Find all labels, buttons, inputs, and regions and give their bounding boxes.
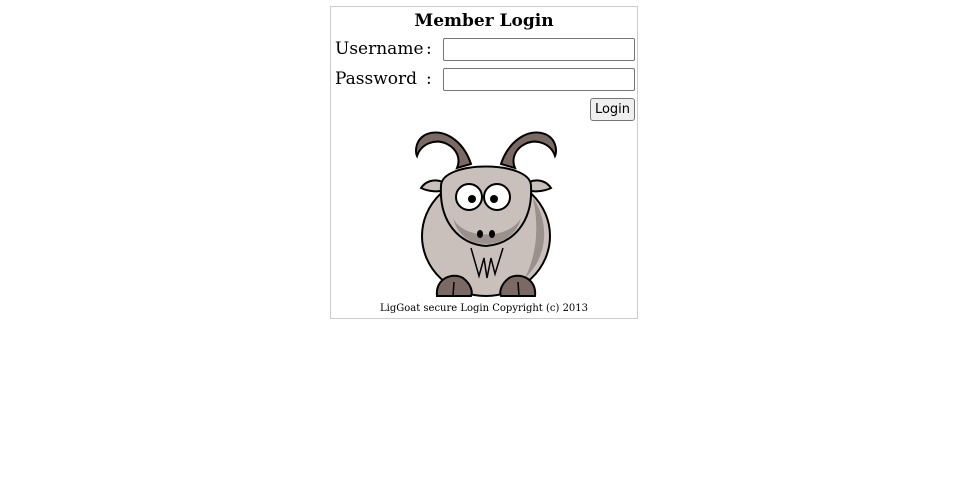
password-field[interactable] <box>443 68 635 91</box>
login-title: Member Login <box>414 11 554 31</box>
password-label: Password <box>335 69 418 89</box>
login-button[interactable]: Login <box>590 98 635 121</box>
username-colon: : <box>426 39 432 59</box>
username-field[interactable] <box>443 38 635 61</box>
goat-mascot-icon <box>415 131 557 297</box>
login-panel: Member Login Username : Password : Login <box>330 6 638 319</box>
password-colon: : <box>426 69 432 89</box>
copyright-footer: LigGoat secure Login Copyright (c) 2013 <box>379 303 589 314</box>
username-label: Username <box>335 39 424 59</box>
